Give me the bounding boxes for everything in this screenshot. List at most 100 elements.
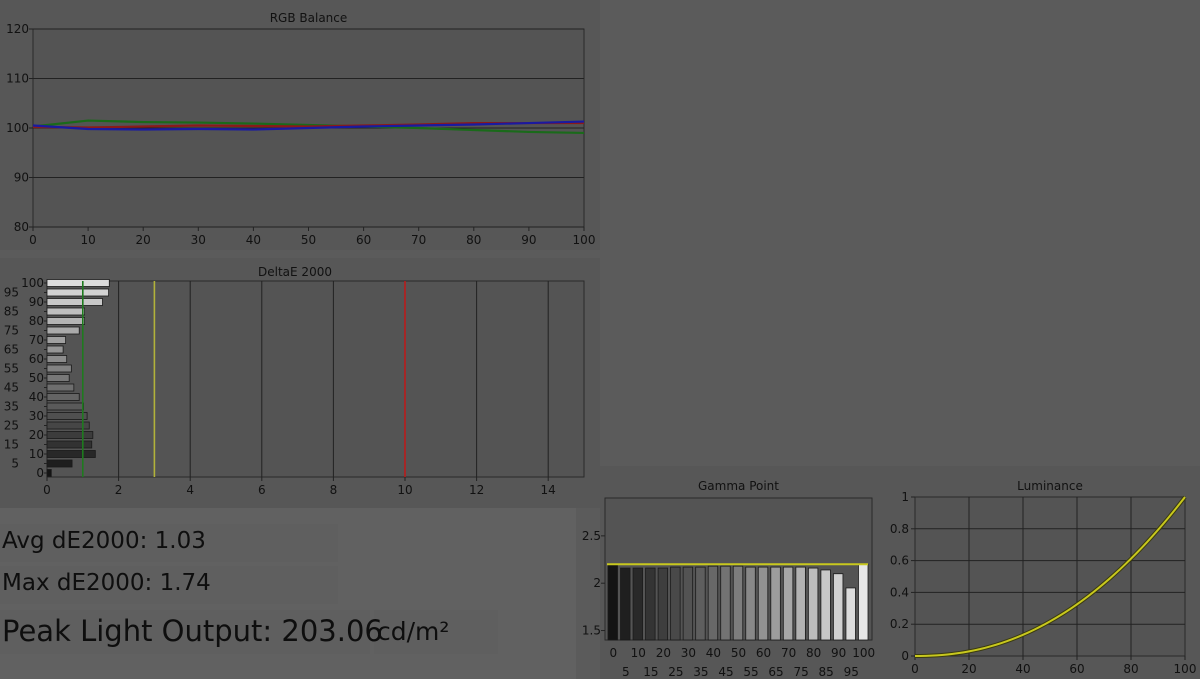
peak-light-output-label: Peak Light Output: 203.06 bbox=[2, 614, 383, 648]
luminance-ytick-label: 0.2 bbox=[890, 617, 909, 631]
rgb-xtick-label: 30 bbox=[191, 233, 206, 247]
deltae-bar bbox=[46, 298, 103, 306]
deltae-xtick-label: 0 bbox=[43, 483, 51, 497]
luminance-xtick-label: 20 bbox=[961, 662, 976, 676]
deltae-bar bbox=[46, 279, 110, 287]
gamma-bar bbox=[820, 569, 831, 641]
gamma-xtick-label-secondary: 35 bbox=[693, 665, 708, 679]
deltae-bar bbox=[46, 450, 96, 458]
deltae-bar bbox=[46, 336, 67, 344]
deltae-bar bbox=[46, 440, 93, 449]
gamma-xtick-label: 30 bbox=[681, 646, 696, 660]
deltae-bar bbox=[46, 402, 84, 411]
rgb-xtick-label: 70 bbox=[411, 233, 426, 247]
deltae-plot-area bbox=[46, 280, 585, 478]
deltae-bar bbox=[46, 307, 85, 316]
deltae-bar bbox=[46, 288, 109, 297]
gamma-bar bbox=[670, 566, 681, 641]
rgb-xtick-label: 10 bbox=[80, 233, 95, 247]
deltae-ytick-label: 70 bbox=[29, 333, 44, 347]
luminance-xtick-label: 40 bbox=[1015, 662, 1030, 676]
luminance-ytick-label: 1 bbox=[901, 490, 909, 504]
gamma-bar bbox=[632, 567, 643, 641]
gamma-bar bbox=[645, 567, 656, 641]
gamma-xtick-label-secondary: 75 bbox=[793, 665, 808, 679]
luminance-xtick-label: 60 bbox=[1069, 662, 1084, 676]
gamma-xtick-label-secondary: 65 bbox=[768, 665, 783, 679]
deltae-ytick-label: 90 bbox=[29, 295, 44, 309]
gamma-bar bbox=[720, 565, 731, 641]
rgb-xtick-label: 0 bbox=[29, 233, 37, 247]
gamma-bar bbox=[807, 567, 819, 641]
gamma-bar bbox=[732, 565, 744, 641]
gamma-xtick-label-secondary: 95 bbox=[844, 665, 859, 679]
gamma-bar bbox=[657, 567, 669, 641]
gamma-bar bbox=[770, 566, 781, 641]
rgb-xtick-label: 40 bbox=[246, 233, 261, 247]
gamma-bar bbox=[707, 565, 719, 641]
deltae-xtick-label: 6 bbox=[258, 483, 266, 497]
rgb-xtick-label: 20 bbox=[136, 233, 151, 247]
deltae-ytick-label: 100 bbox=[21, 276, 44, 290]
rgb-ytick-label: 110 bbox=[6, 72, 29, 86]
deltae-xtick-label: 12 bbox=[469, 483, 484, 497]
gamma-bar bbox=[833, 573, 844, 641]
gamma-bar bbox=[782, 566, 794, 641]
deltae-xtick-label: 2 bbox=[115, 483, 123, 497]
gamma-xtick-label-secondary: 5 bbox=[622, 665, 630, 679]
luminance-xtick-label: 80 bbox=[1123, 662, 1138, 676]
rgb-xtick-label: 80 bbox=[466, 233, 481, 247]
deltae-bar bbox=[46, 393, 80, 401]
gamma-xtick-label-secondary: 55 bbox=[743, 665, 758, 679]
deltae-bar bbox=[46, 431, 94, 439]
deltae-ytick-label: 40 bbox=[29, 390, 44, 404]
deltae-ytick-label: 80 bbox=[29, 314, 44, 328]
rgb-xtick-label: 50 bbox=[301, 233, 316, 247]
gamma-ytick-label: 2 bbox=[593, 576, 601, 590]
gamma-xtick-label: 50 bbox=[731, 646, 746, 660]
gamma-bar bbox=[858, 563, 869, 641]
deltae-ytick-label: 60 bbox=[29, 352, 44, 366]
rgb-xtick-label: 60 bbox=[356, 233, 371, 247]
rgb-chart-title: RGB Balance bbox=[270, 11, 348, 25]
gamma-bar bbox=[795, 566, 806, 641]
deltae-bar bbox=[46, 317, 85, 325]
deltae-bar bbox=[46, 374, 70, 382]
gamma-xtick-label: 20 bbox=[656, 646, 671, 660]
gamma-xtick-label-secondary: 25 bbox=[668, 665, 683, 679]
gamma-xtick-label: 90 bbox=[831, 646, 846, 660]
gamma-xtick-label: 60 bbox=[756, 646, 771, 660]
rgb-ytick-label: 120 bbox=[6, 22, 29, 36]
deltae-xtick-label: 4 bbox=[186, 483, 194, 497]
gamma-bar bbox=[757, 566, 769, 641]
deltae-ytick-label: 0 bbox=[36, 466, 44, 480]
rgb-ytick-label: 100 bbox=[6, 121, 29, 135]
gamma-xtick-label: 40 bbox=[706, 646, 721, 660]
luminance-ytick-label: 0.4 bbox=[890, 585, 909, 599]
rgb-ytick-label: 80 bbox=[14, 220, 29, 234]
gamma-bar bbox=[682, 566, 694, 641]
deltae-ytick-label: 10 bbox=[29, 447, 44, 461]
gamma-bar bbox=[745, 566, 756, 641]
deltae-ytick-label: 5 bbox=[11, 457, 19, 471]
deltae-ytick-label: 20 bbox=[29, 428, 44, 442]
deltae-bar bbox=[46, 459, 73, 468]
deltae-bar bbox=[46, 364, 72, 373]
deltae-ytick-label: 50 bbox=[29, 371, 44, 385]
deltae-ytick-label: 85 bbox=[4, 305, 19, 319]
gamma-ytick-label: 2.5 bbox=[582, 529, 601, 543]
gamma-xtick-label: 100 bbox=[852, 646, 875, 660]
gamma-xtick-label: 80 bbox=[806, 646, 821, 660]
gamma-bar bbox=[845, 587, 856, 641]
avg-de2000-label: Avg dE2000: 1.03 bbox=[2, 528, 206, 554]
luminance-ytick-label: 0.6 bbox=[890, 554, 909, 568]
deltae-xtick-label: 8 bbox=[330, 483, 338, 497]
luminance-ytick-label: 0.8 bbox=[890, 522, 909, 536]
deltae-chart-title: DeltaE 2000 bbox=[258, 265, 332, 279]
deltae-bar bbox=[46, 326, 80, 335]
gamma-xtick-label-secondary: 45 bbox=[718, 665, 733, 679]
deltae-xtick-label: 14 bbox=[541, 483, 556, 497]
deltae-ytick-label: 55 bbox=[4, 362, 19, 376]
gamma-xtick-label: 70 bbox=[781, 646, 796, 660]
gamma-xtick-label-secondary: 15 bbox=[643, 665, 658, 679]
